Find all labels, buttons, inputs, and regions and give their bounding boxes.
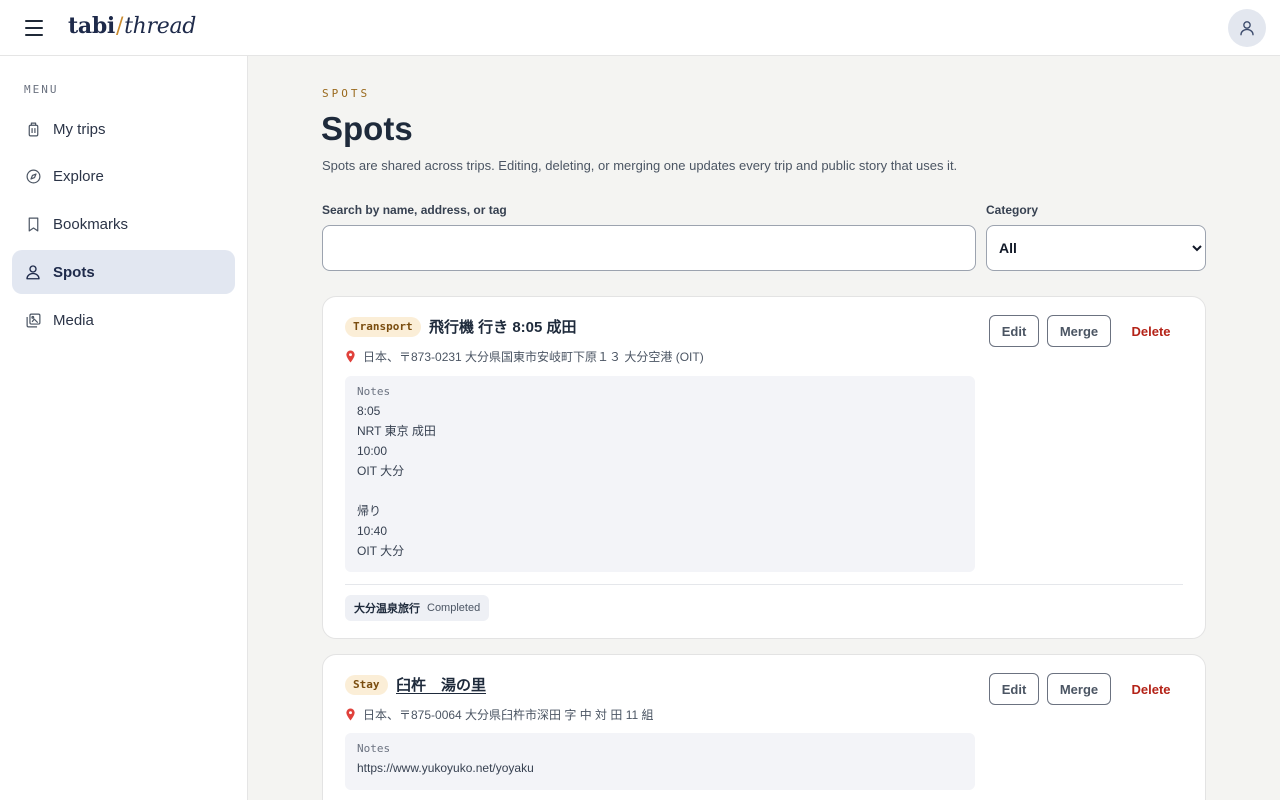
pin-icon [345, 350, 356, 363]
spot-card: Stay 臼杵 湯の里 日本、〒875-0064 大分県臼杵市深田 字 中 対 … [322, 654, 1206, 800]
bookmark-icon [24, 215, 42, 233]
page-eyebrow: SPOTS [322, 87, 371, 100]
compass-icon [24, 167, 42, 185]
sidebar: MENU My trips Explore Bookmarks Spots Me… [0, 56, 248, 800]
notes-body: https://www.yukoyuko.net/yoyaku [357, 761, 534, 775]
menu-label: MENU [24, 83, 59, 96]
spot-name[interactable]: 飛行機 行き 8:05 成田 [429, 316, 577, 337]
spot-card: Transport 飛行機 行き 8:05 成田 日本、〒873-0231 大分… [322, 296, 1206, 639]
delete-button[interactable]: Delete [1119, 315, 1183, 347]
edit-button[interactable]: Edit [989, 673, 1039, 705]
spot-address: 日本、〒875-0064 大分県臼杵市深田 字 中 対 田 11 組 [345, 706, 654, 723]
sidebar-item-my-trips[interactable]: My trips [12, 107, 235, 151]
sidebar-item-label: Media [53, 311, 94, 329]
sidebar-item-label: Explore [53, 167, 104, 185]
sidebar-item-label: Bookmarks [53, 215, 129, 233]
delete-button[interactable]: Delete [1119, 673, 1183, 705]
sidebar-item-label: Spots [53, 263, 95, 281]
spot-address: 日本、〒873-0231 大分県国東市安岐町下原１３ 大分空港 (OIT) [345, 348, 704, 365]
spot-address-text: 日本、〒873-0231 大分県国東市安岐町下原１３ 大分空港 (OIT) [363, 350, 704, 364]
merge-button[interactable]: Merge [1047, 315, 1111, 347]
spot-notes: Notes https://www.yukoyuko.net/yoyaku [345, 733, 975, 790]
sidebar-item-label: My trips [53, 120, 106, 138]
trip-name: 大分温泉旅行 [354, 603, 420, 615]
notes-body: 8:05 NRT 東京 成田 10:00 OIT 大分 帰り 10:40 OIT… [357, 404, 436, 558]
sidebar-item-media[interactable]: Media [12, 298, 235, 342]
category-select[interactable]: All [986, 225, 1206, 271]
menu-toggle-icon[interactable] [22, 18, 46, 38]
merge-button[interactable]: Merge [1047, 673, 1111, 705]
user-pin-icon [24, 263, 42, 281]
page-description: Spots are shared across trips. Editing, … [322, 158, 958, 173]
card-divider [345, 584, 1183, 585]
user-icon [1240, 21, 1254, 36]
pin-icon [345, 708, 356, 721]
top-bar: tabi/thread [0, 0, 1280, 56]
spot-notes: Notes 8:05 NRT 東京 成田 10:00 OIT 大分 帰り 10:… [345, 376, 975, 572]
search-label: Search by name, address, or tag [322, 203, 507, 217]
sidebar-item-explore[interactable]: Explore [12, 154, 235, 198]
user-avatar-button[interactable] [1228, 9, 1266, 47]
sidebar-item-bookmarks[interactable]: Bookmarks [12, 202, 235, 246]
spot-address-text: 日本、〒875-0064 大分県臼杵市深田 字 中 対 田 11 組 [363, 708, 654, 722]
sidebar-item-spots[interactable]: Spots [12, 250, 235, 294]
search-input[interactable] [322, 225, 976, 271]
luggage-icon [24, 120, 42, 138]
notes-label: Notes [357, 742, 391, 755]
edit-button[interactable]: Edit [989, 315, 1039, 347]
category-badge: Transport [345, 317, 421, 337]
brand-logo[interactable]: tabi/thread [68, 13, 196, 39]
category-label: Category [986, 203, 1039, 217]
category-badge: Stay [345, 675, 388, 695]
gallery-icon [24, 311, 42, 329]
notes-label: Notes [357, 385, 391, 398]
trip-status: Completed [427, 602, 481, 614]
page-title: Spots [321, 110, 413, 147]
trip-chip[interactable]: 大分温泉旅行 Completed [345, 595, 490, 621]
spot-name[interactable]: 臼杵 湯の里 [396, 674, 486, 695]
